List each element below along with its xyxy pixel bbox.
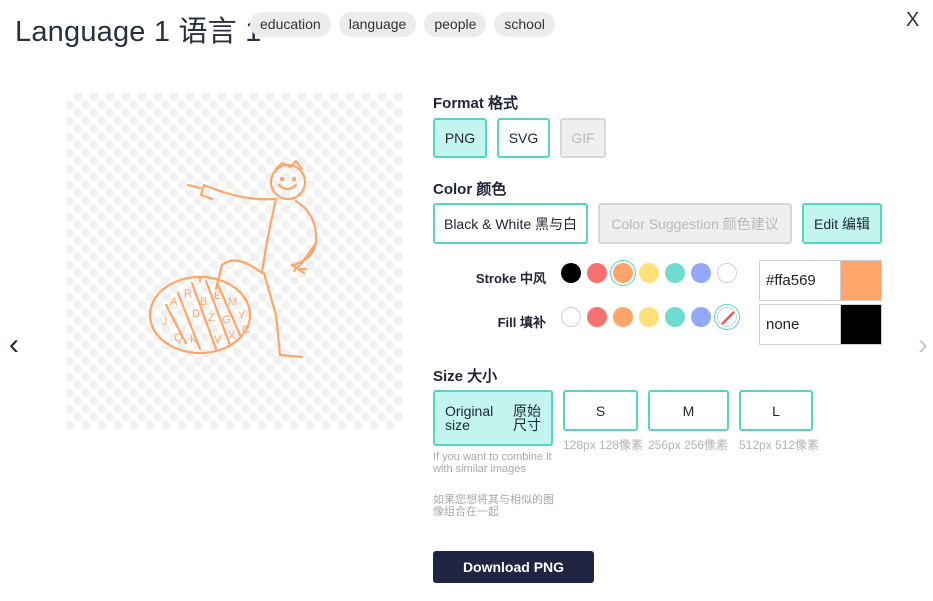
size-label: Size 大小 [433, 368, 498, 385]
page-title: Language 1 语言 1 [15, 16, 262, 48]
size-l-dimensions: 512px 512像素 [739, 438, 820, 452]
fill-swatch-white[interactable] [561, 307, 581, 327]
format-gif-button: GIF [560, 118, 606, 158]
bag-letter: M [228, 296, 237, 308]
combine-note-cn: 如果您想将其与相似的图像组合在一起 [433, 494, 554, 518]
bag-letter: Q [174, 332, 183, 344]
size-s-dimensions: 128px 128像素 [563, 438, 644, 452]
stroke-swatch-teal[interactable] [665, 263, 685, 283]
bag-letter: X [228, 330, 236, 342]
fill-swatch-none[interactable] [717, 307, 737, 327]
tag-list: education language people school [250, 12, 555, 37]
stroke-hex-input[interactable]: #ffa569 [759, 260, 841, 301]
black-white-button[interactable]: Black & White 黑与白 [433, 203, 588, 244]
no-fill-icon [721, 311, 735, 325]
bag-letter: K [190, 334, 198, 346]
tag-education[interactable]: education [250, 12, 331, 37]
format-label: Format 格式 [433, 95, 519, 112]
tag-people[interactable]: people [424, 12, 487, 37]
fill-hex-input[interactable]: none [759, 304, 841, 345]
bag-letter: R [184, 288, 192, 300]
bag-letters: A R B E M J D Z G Y Q K V X C [162, 288, 250, 346]
color-suggestion-button: Color Suggestion 颜色建议 [598, 203, 792, 244]
tag-school[interactable]: school [494, 12, 555, 37]
stroke-swatch-blue[interactable] [691, 263, 711, 283]
stroke-swatch-white[interactable] [717, 263, 737, 283]
fill-swatch-teal[interactable] [665, 307, 685, 327]
close-icon[interactable]: X [906, 9, 919, 32]
fill-swatch-red[interactable] [587, 307, 607, 327]
size-s-button[interactable]: S [563, 390, 638, 431]
download-button[interactable]: Download PNG [433, 551, 594, 583]
size-m-dimensions: 256px 256像素 [648, 438, 729, 452]
fill-swatch-orange[interactable] [613, 307, 633, 327]
bag-letter: B [200, 296, 207, 308]
fill-swatch-blue[interactable] [691, 307, 711, 327]
size-l-button[interactable]: L [739, 390, 813, 431]
language-illustration: A R B E M J D Z G Y Q K V X C [148, 159, 318, 359]
color-label: Color 颜色 [433, 181, 507, 198]
format-png-button[interactable]: PNG [433, 118, 487, 158]
format-svg-button[interactable]: SVG [497, 118, 550, 158]
size-original-cn: 原始 尺寸 [513, 403, 541, 433]
fill-label: Fill 填补 [497, 315, 546, 330]
chevron-left-icon[interactable]: ‹ [9, 328, 19, 362]
stroke-color-preview[interactable] [840, 260, 882, 301]
stroke-label: Stroke 中风 [475, 271, 546, 286]
bag-letter: C [242, 324, 250, 336]
bag-letter: Y [238, 310, 246, 322]
stroke-swatch-black[interactable] [561, 263, 581, 283]
size-m-button[interactable]: M [648, 390, 729, 431]
size-original-en: Original size [445, 403, 494, 433]
bag-letter: J [162, 316, 168, 328]
tag-language[interactable]: language [338, 12, 417, 37]
bag-letter: G [222, 314, 231, 326]
fill-color-preview[interactable] [840, 304, 882, 345]
size-original-button[interactable]: Original size 原始 尺寸 [433, 390, 553, 446]
bag-letter: Z [208, 312, 215, 324]
chevron-right-icon[interactable]: › [918, 328, 928, 362]
stroke-swatch-red[interactable] [587, 263, 607, 283]
combine-note-en: If you want to combine it with similar i… [433, 451, 552, 475]
bag-letter: D [192, 308, 200, 320]
stroke-swatch-orange[interactable] [613, 263, 633, 283]
icon-preview: A R B E M J D Z G Y Q K V X C [66, 93, 402, 429]
fill-swatch-yellow[interactable] [639, 307, 659, 327]
stroke-swatch-yellow[interactable] [639, 263, 659, 283]
edit-color-button[interactable]: Edit 编辑 [802, 203, 882, 244]
bag-letter: A [170, 296, 178, 308]
bag-letter: V [214, 334, 222, 346]
bag-letter: E [214, 290, 221, 302]
